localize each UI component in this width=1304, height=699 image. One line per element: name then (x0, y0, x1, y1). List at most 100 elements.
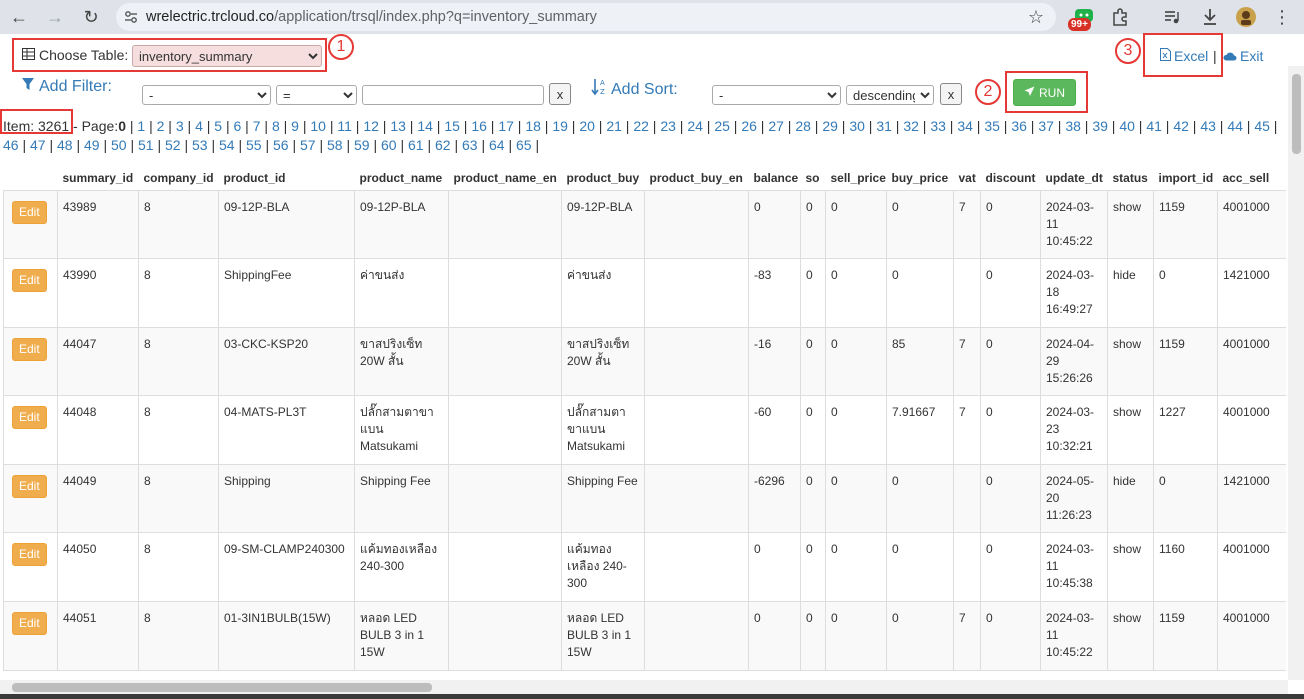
vertical-scroll-thumb[interactable] (1292, 74, 1301, 154)
page-link[interactable]: 9 (291, 118, 299, 134)
filter-field-select[interactable]: - (142, 85, 271, 105)
page-link[interactable]: 35 (984, 118, 1000, 134)
edit-button[interactable]: Edit (12, 200, 47, 224)
page-link[interactable]: 37 (1038, 118, 1054, 134)
page-link[interactable]: 49 (84, 137, 100, 153)
page-link[interactable]: 24 (687, 118, 703, 134)
filter-operator-select[interactable]: = (276, 85, 357, 105)
page-link[interactable]: 62 (435, 137, 451, 153)
page-link[interactable]: 42 (1173, 118, 1189, 134)
vertical-scrollbar[interactable] (1288, 66, 1304, 680)
page-link[interactable]: 57 (300, 137, 316, 153)
page-link[interactable]: 5 (214, 118, 222, 134)
page-link[interactable]: 19 (552, 118, 568, 134)
page-link[interactable]: 53 (192, 137, 208, 153)
browser-menu-icon[interactable]: ⋮ (1272, 4, 1292, 30)
excel-export-link[interactable]: Excel (1160, 48, 1208, 64)
page-link[interactable]: 59 (354, 137, 370, 153)
page-link[interactable]: 63 (462, 137, 478, 153)
page-link[interactable]: 3 (176, 118, 184, 134)
page-link[interactable]: 15 (444, 118, 460, 134)
page-link[interactable]: 46 (3, 137, 19, 153)
edit-button[interactable]: Edit (12, 406, 47, 430)
page-link[interactable]: 25 (714, 118, 730, 134)
page-link[interactable]: 65 (516, 137, 532, 153)
address-bar[interactable]: wrelectric.trcloud.co/application/trsql/… (116, 3, 1056, 31)
page-link[interactable]: 23 (660, 118, 676, 134)
page-link[interactable]: 39 (1092, 118, 1108, 134)
page-link[interactable]: 27 (768, 118, 784, 134)
page-link[interactable]: 52 (165, 137, 181, 153)
edit-button[interactable]: Edit (12, 543, 47, 567)
filter-clear-button[interactable]: x (549, 83, 571, 105)
page-link[interactable]: 22 (633, 118, 649, 134)
sort-direction-select[interactable]: descending (846, 85, 934, 105)
page-link[interactable]: 18 (525, 118, 541, 134)
forward-arrow-icon[interactable]: → (40, 2, 70, 32)
page-link[interactable]: 12 (363, 118, 379, 134)
page-link[interactable]: 20 (579, 118, 595, 134)
page-link[interactable]: 48 (57, 137, 73, 153)
page-link[interactable]: 61 (408, 137, 424, 153)
page-link[interactable]: 38 (1065, 118, 1081, 134)
add-filter-link[interactable]: Add Filter: (22, 78, 112, 96)
add-sort-link[interactable]: AZ Add Sort: (591, 78, 678, 101)
sort-field-select[interactable]: - (712, 85, 841, 105)
bookmark-star-icon[interactable]: ☆ (1028, 7, 1044, 28)
page-link[interactable]: 16 (471, 118, 487, 134)
page-link[interactable]: 54 (219, 137, 235, 153)
page-link[interactable]: 40 (1119, 118, 1135, 134)
page-link[interactable]: 33 (930, 118, 946, 134)
edit-button[interactable]: Edit (12, 612, 47, 636)
page-link[interactable]: 26 (741, 118, 757, 134)
filter-value-input[interactable] (362, 85, 544, 105)
choose-table-select[interactable]: inventory_summary (132, 45, 322, 67)
page-link[interactable]: 30 (849, 118, 865, 134)
page-link[interactable]: 29 (822, 118, 838, 134)
page-link[interactable]: 36 (1011, 118, 1027, 134)
page-link[interactable]: 10 (310, 118, 326, 134)
page-link[interactable]: 21 (606, 118, 622, 134)
edit-button[interactable]: Edit (12, 474, 47, 498)
page-link[interactable]: 43 (1200, 118, 1216, 134)
horizontal-scroll-thumb[interactable] (12, 683, 432, 692)
media-control-icon[interactable] (1160, 4, 1184, 30)
page-link[interactable]: 7 (253, 118, 261, 134)
page-link[interactable]: 60 (381, 137, 397, 153)
page-link[interactable]: 34 (957, 118, 973, 134)
table-cell: 09-12P-BLA (218, 189, 355, 260)
back-arrow-icon[interactable]: ← (4, 2, 34, 32)
run-button[interactable]: RUN (1013, 79, 1076, 106)
page-link[interactable]: 14 (417, 118, 433, 134)
page-link[interactable]: 50 (111, 137, 127, 153)
page-link[interactable]: 64 (489, 137, 505, 153)
page-link[interactable]: 28 (795, 118, 811, 134)
exit-link[interactable]: Exit (1223, 48, 1263, 64)
table-cell: 0 (800, 395, 826, 465)
page-link[interactable]: 13 (390, 118, 406, 134)
edit-button[interactable]: Edit (12, 337, 47, 361)
profile-avatar[interactable] (1234, 4, 1258, 30)
page-link[interactable]: 51 (138, 137, 154, 153)
page-link[interactable]: 8 (272, 118, 280, 134)
extensions-puzzle-icon[interactable] (1108, 4, 1132, 30)
page-link[interactable]: 17 (498, 118, 514, 134)
page-link[interactable]: 44 (1227, 118, 1243, 134)
page-link[interactable]: 45 (1254, 118, 1270, 134)
page-link[interactable]: 11 (337, 118, 352, 134)
horizontal-scrollbar[interactable] (0, 680, 1288, 694)
page-link[interactable]: 47 (30, 137, 46, 153)
page-link[interactable]: 58 (327, 137, 343, 153)
edit-button[interactable]: Edit (12, 269, 47, 293)
page-link[interactable]: 56 (273, 137, 289, 153)
page-link[interactable]: 31 (876, 118, 892, 134)
site-settings-icon[interactable] (116, 10, 146, 24)
download-icon[interactable] (1198, 4, 1222, 30)
reload-icon[interactable]: ↻ (76, 2, 106, 32)
page-link[interactable]: 55 (246, 137, 262, 153)
page-link[interactable]: 4 (195, 118, 203, 134)
sort-clear-button[interactable]: x (940, 83, 962, 105)
page-link[interactable]: 41 (1146, 118, 1162, 134)
extension-chat-icon[interactable]: 99+ (1068, 4, 1096, 31)
page-link[interactable]: 32 (903, 118, 919, 134)
